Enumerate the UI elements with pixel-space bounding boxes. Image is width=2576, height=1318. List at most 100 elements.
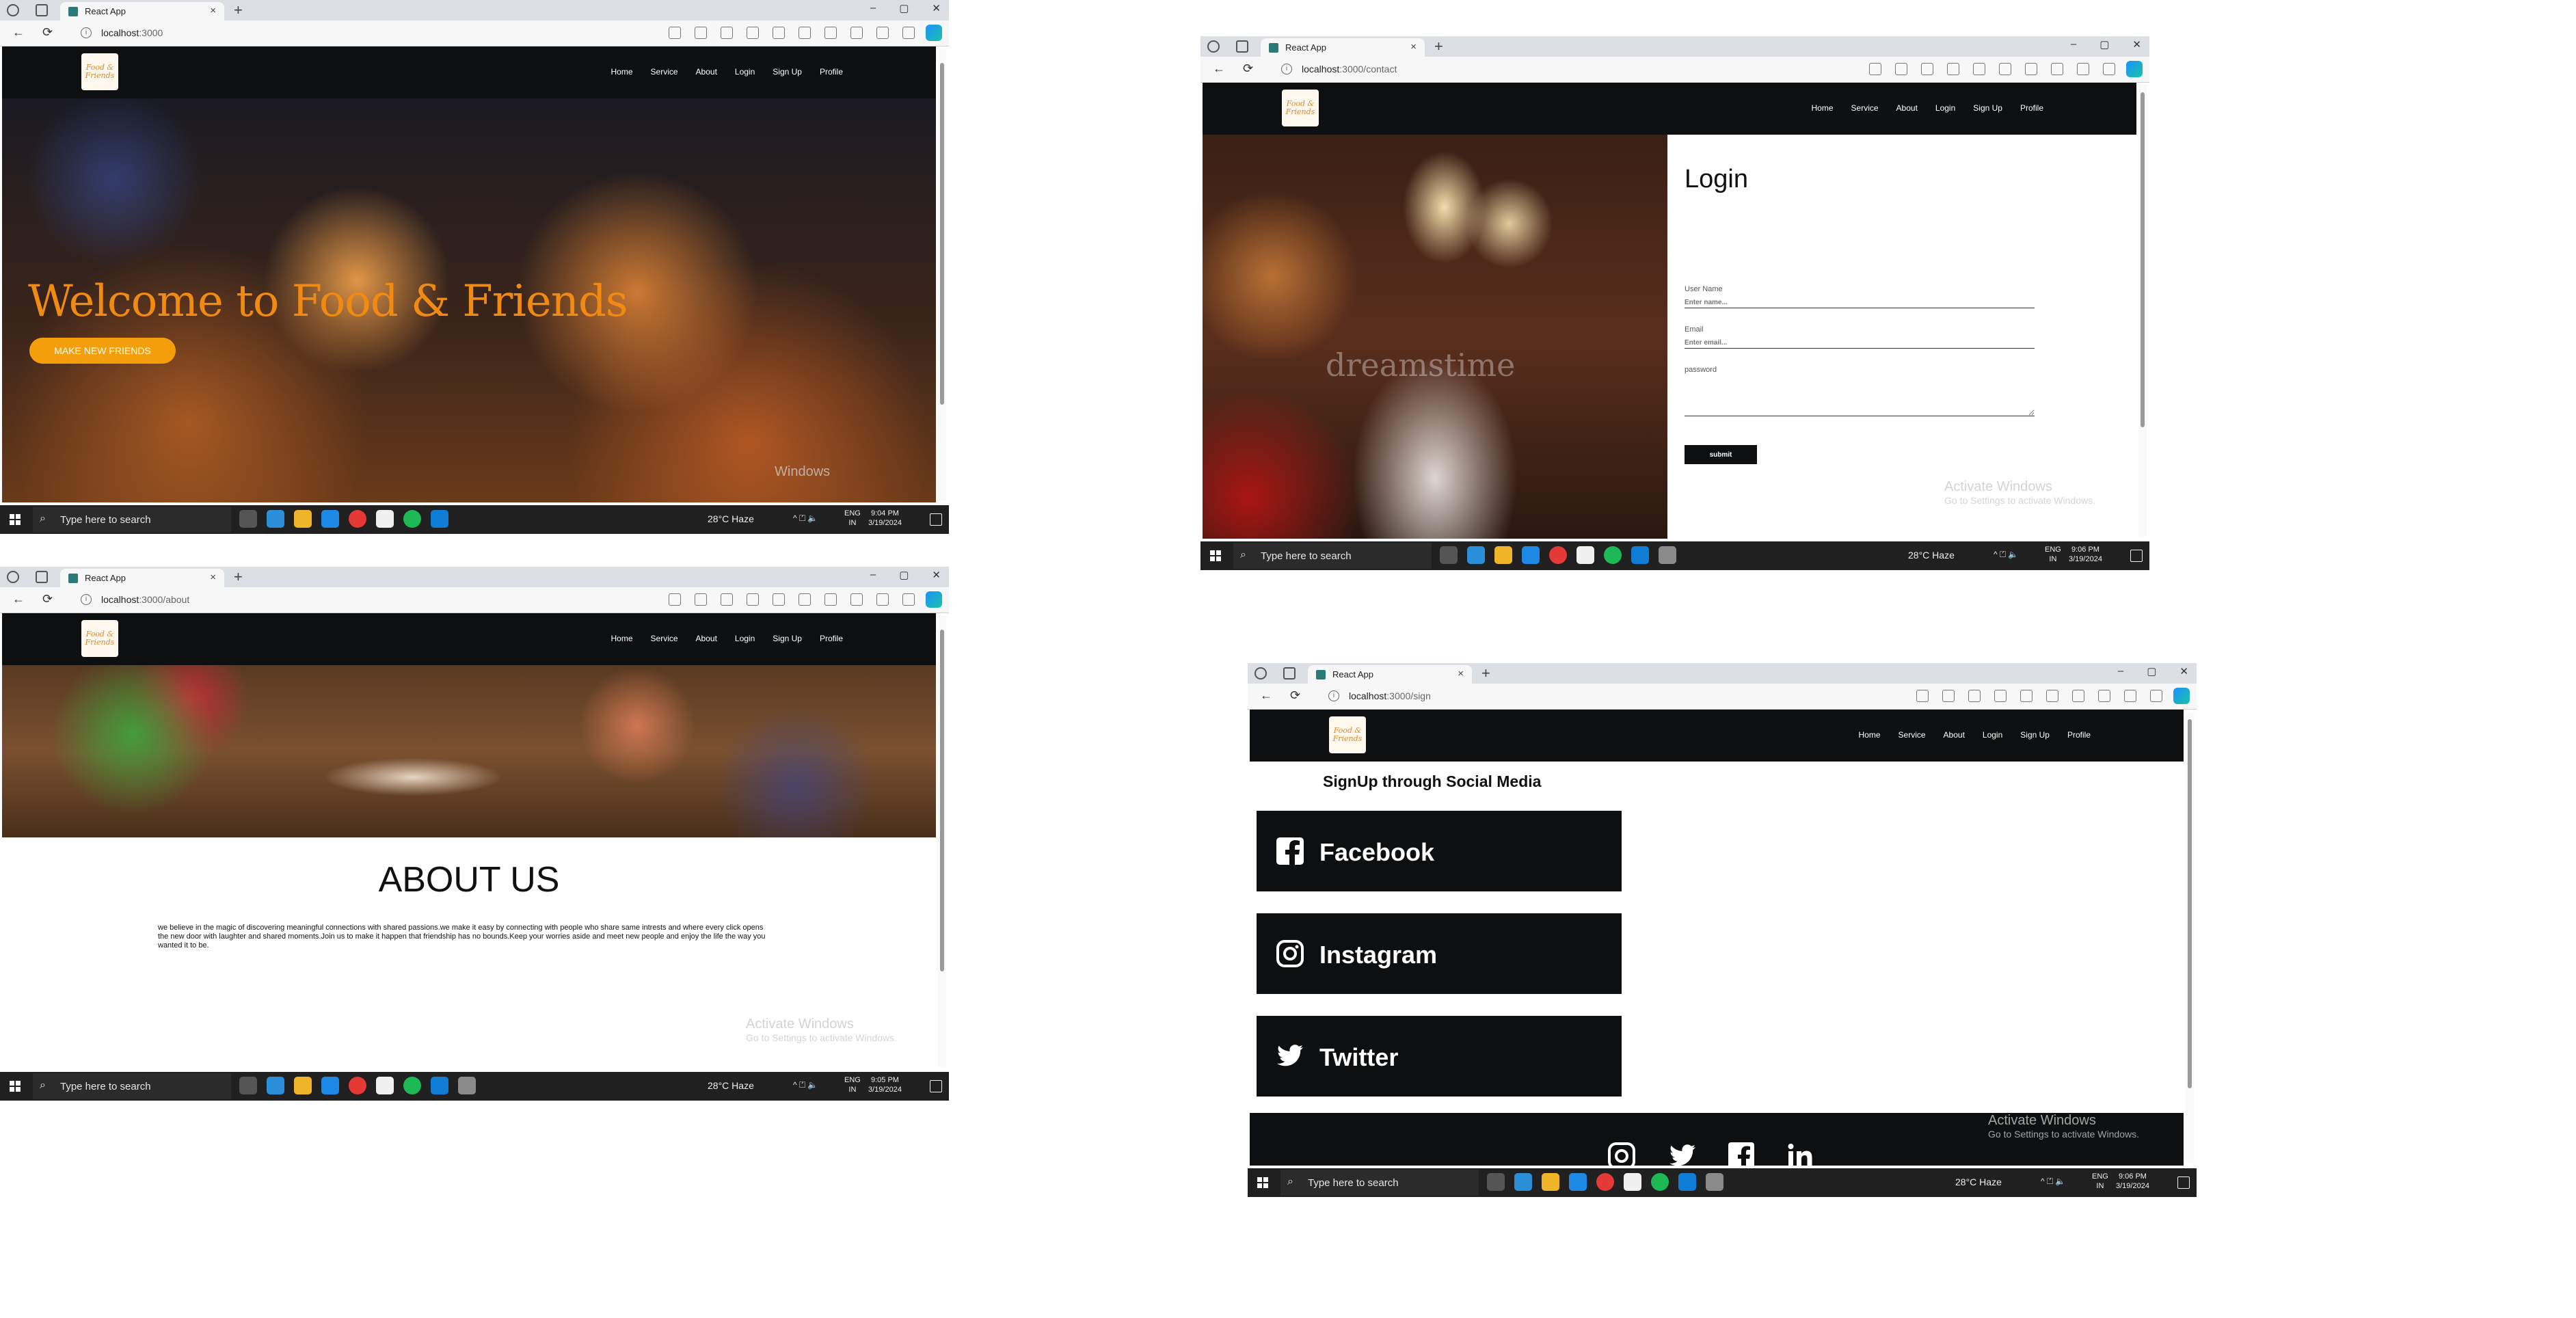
vertical-scrollbar[interactable]	[938, 616, 946, 1067]
chrome-icon[interactable]	[1596, 1173, 1614, 1191]
nav-login[interactable]: Login	[735, 634, 755, 643]
instagram-footer-icon[interactable]	[1607, 1142, 1637, 1166]
minimize-button[interactable]: –	[2071, 38, 2076, 51]
app-icon[interactable]	[1659, 546, 1676, 564]
zoom-icon[interactable]	[1895, 63, 1907, 75]
app-icon[interactable]	[458, 1077, 476, 1094]
url-field[interactable]: localhost:3000/contact	[1302, 64, 1397, 75]
maximize-button[interactable]: ▢	[899, 569, 909, 581]
weather-widget[interactable]: 28°C Haze	[708, 513, 754, 524]
split-screen-icon[interactable]	[773, 593, 785, 606]
new-tab-button[interactable]: +	[1434, 38, 1443, 55]
twitter-footer-icon[interactable]	[1667, 1142, 1697, 1166]
nav-service[interactable]: Service	[1851, 103, 1879, 113]
vertical-scrollbar[interactable]	[2138, 85, 2147, 537]
linkedin-footer-icon[interactable]	[1786, 1142, 1816, 1166]
back-icon[interactable]: ←	[12, 592, 25, 606]
favorites-icon[interactable]	[799, 27, 811, 39]
app-icon[interactable]	[669, 593, 681, 606]
site-logo[interactable]: Food & Friends	[81, 53, 118, 90]
back-icon[interactable]: ←	[1260, 688, 1272, 703]
close-window-button[interactable]: ✕	[2179, 665, 2188, 677]
username-input[interactable]	[1685, 297, 2035, 308]
read-aloud-icon[interactable]	[1968, 690, 1981, 702]
favorite-star-icon[interactable]	[1947, 63, 1959, 75]
language-indicator[interactable]: ENG IN	[844, 1075, 861, 1094]
windows-start-icon[interactable]	[1257, 1177, 1268, 1188]
nav-profile[interactable]: Profile	[820, 67, 843, 77]
file-explorer-icon[interactable]	[1494, 546, 1512, 564]
collections-icon[interactable]	[2025, 63, 2037, 75]
windows-start-icon[interactable]	[1210, 550, 1221, 561]
mail-icon[interactable]	[321, 1077, 339, 1094]
mail-icon[interactable]	[1569, 1173, 1587, 1191]
refresh-icon[interactable]: ⟳	[42, 592, 53, 606]
site-logo[interactable]: Food & Friends	[1282, 90, 1319, 126]
collections-icon[interactable]	[824, 593, 837, 606]
nav-home[interactable]: Home	[1812, 103, 1834, 113]
taskbar-search[interactable]: ⌕ Type here to search	[33, 507, 231, 533]
new-tab-button[interactable]: +	[234, 568, 243, 586]
make-new-friends-button[interactable]: MAKE NEW FRIENDS	[29, 338, 176, 364]
nav-service[interactable]: Service	[651, 67, 678, 77]
zoom-icon[interactable]	[695, 27, 707, 39]
copilot-icon[interactable]	[926, 25, 942, 41]
file-explorer-icon[interactable]	[1542, 1173, 1559, 1191]
edge-icon[interactable]	[267, 1077, 284, 1094]
weather-widget[interactable]: 28°C Haze	[708, 1080, 754, 1091]
site-info-icon[interactable]: i	[1328, 690, 1339, 701]
browser-tab[interactable]: React App ×	[1308, 665, 1472, 684]
maximize-button[interactable]: ▢	[2147, 665, 2156, 677]
system-tray[interactable]: ^ ⏍ 🔈	[2041, 1176, 2065, 1187]
task-view-icon[interactable]	[1487, 1173, 1505, 1191]
taskbar-clock[interactable]: 9:06 PM 3/19/2024	[2069, 545, 2102, 564]
store-icon[interactable]	[376, 1077, 394, 1094]
taskbar-search[interactable]: ⌕ Type here to search	[33, 1073, 231, 1099]
read-aloud-icon[interactable]	[1921, 63, 1933, 75]
scrollbar-thumb[interactable]	[940, 630, 944, 971]
minimize-button[interactable]: –	[870, 569, 876, 581]
site-info-icon[interactable]: i	[81, 594, 92, 605]
split-screen-icon[interactable]	[1973, 63, 1985, 75]
favorites-icon[interactable]	[2046, 690, 2058, 702]
minimize-button[interactable]: –	[2118, 665, 2123, 677]
back-icon[interactable]: ←	[12, 25, 25, 40]
app-icon[interactable]	[1916, 690, 1929, 702]
split-screen-icon[interactable]	[773, 27, 785, 39]
copilot-icon[interactable]	[2173, 688, 2190, 704]
weather-widget[interactable]: 28°C Haze	[1908, 550, 1955, 561]
password-textarea[interactable]	[1685, 370, 2035, 416]
workspaces-icon[interactable]	[36, 571, 48, 583]
profile-icon[interactable]	[7, 4, 19, 16]
url-field[interactable]: localhost:3000/about	[101, 594, 189, 605]
store-icon[interactable]	[376, 510, 394, 528]
system-tray[interactable]: ^ ⏍ 🔈	[1994, 550, 2018, 560]
scrollbar-thumb[interactable]	[2141, 92, 2145, 427]
tab-close-button[interactable]: ×	[1410, 41, 1417, 53]
new-tab-button[interactable]: +	[234, 1, 243, 19]
chrome-icon[interactable]	[349, 1077, 366, 1094]
app-icon[interactable]	[1869, 63, 1881, 75]
taskbar-search[interactable]: ⌕ Type here to search	[1233, 543, 1432, 569]
favorite-star-icon[interactable]	[747, 27, 759, 39]
profile-icon[interactable]	[1255, 667, 1267, 680]
file-explorer-icon[interactable]	[294, 1077, 312, 1094]
app-icon[interactable]	[669, 27, 681, 39]
spotify-icon[interactable]	[1651, 1173, 1669, 1191]
profile-icon[interactable]	[7, 571, 19, 583]
favorites-icon[interactable]	[799, 593, 811, 606]
vscode-icon[interactable]	[1678, 1173, 1696, 1191]
minimize-button[interactable]: –	[870, 2, 876, 14]
tab-close-button[interactable]: ×	[210, 571, 216, 583]
taskbar-clock[interactable]: 9:06 PM 3/19/2024	[2116, 1172, 2149, 1191]
workspaces-icon[interactable]	[1283, 667, 1296, 680]
nav-about[interactable]: About	[1944, 730, 1965, 740]
more-menu-icon[interactable]	[2103, 63, 2115, 75]
chrome-icon[interactable]	[349, 510, 366, 528]
app-icon[interactable]	[1706, 1173, 1723, 1191]
favorites-icon[interactable]	[1999, 63, 2011, 75]
scrollbar-thumb[interactable]	[2188, 719, 2192, 1088]
nav-profile[interactable]: Profile	[820, 634, 843, 643]
nav-service[interactable]: Service	[651, 634, 678, 643]
windows-start-icon[interactable]	[10, 1081, 21, 1092]
